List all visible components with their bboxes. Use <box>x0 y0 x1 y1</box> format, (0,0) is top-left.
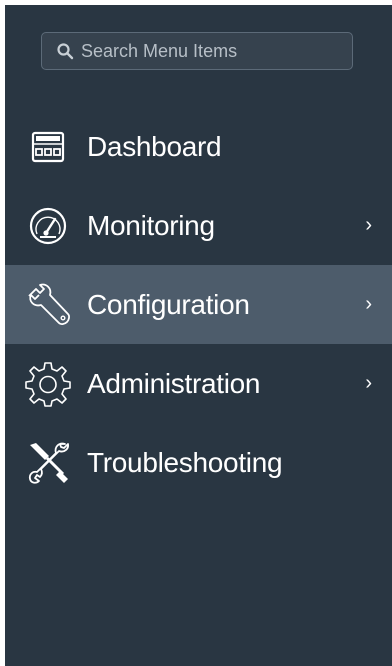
chevron-right-icon: › <box>365 372 372 394</box>
main-menu: Dashboard Monitoring › Configuration › A… <box>5 107 392 502</box>
chevron-right-icon: › <box>365 214 372 236</box>
gauge-icon <box>23 201 73 251</box>
search-input[interactable] <box>81 40 331 62</box>
chevron-right-icon: › <box>365 293 372 315</box>
menu-item-configuration[interactable]: Configuration › <box>5 265 392 344</box>
wrench-icon <box>23 280 73 330</box>
search-icon <box>57 43 74 60</box>
tools-icon <box>23 438 73 488</box>
menu-item-label: Dashboard <box>87 130 222 162</box>
search-box[interactable] <box>41 32 353 70</box>
menu-item-label: Monitoring <box>87 209 215 241</box>
menu-item-monitoring[interactable]: Monitoring › <box>5 186 392 265</box>
menu-item-label: Administration <box>87 367 261 399</box>
gear-icon <box>23 359 73 409</box>
menu-item-label: Troubleshooting <box>87 446 283 478</box>
dashboard-icon <box>23 122 73 172</box>
menu-item-dashboard[interactable]: Dashboard <box>5 107 392 186</box>
menu-item-troubleshooting[interactable]: Troubleshooting <box>5 423 392 502</box>
sidebar: Dashboard Monitoring › <box>5 5 392 666</box>
menu-item-administration[interactable]: Administration › <box>5 344 392 423</box>
menu-item-label: Configuration <box>87 288 250 320</box>
